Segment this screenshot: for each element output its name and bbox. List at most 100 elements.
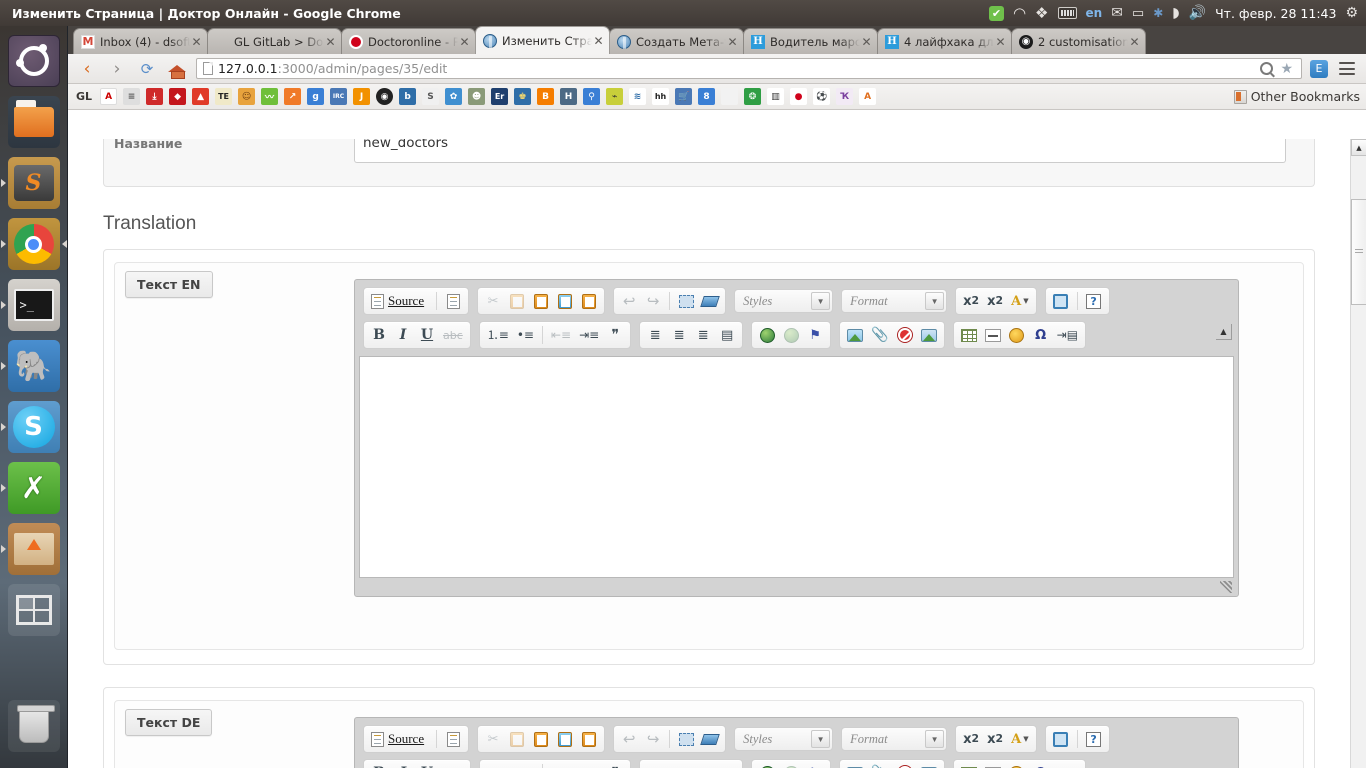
bookmark-code-icon[interactable]: ⌁ [606, 88, 624, 105]
bookmark-barcode-icon[interactable]: ▥ [767, 88, 785, 105]
bold-button[interactable]: B [368, 324, 390, 346]
keyboard-layout-label[interactable]: en [1086, 7, 1103, 19]
redo-button[interactable]: ↪ [642, 290, 664, 312]
redo-button[interactable]: ↪ [642, 728, 664, 750]
tab-close-icon[interactable]: ✕ [458, 35, 471, 48]
session-gear-icon[interactable]: ⚙ [1345, 6, 1358, 20]
image-button[interactable] [844, 762, 866, 768]
preview-button[interactable] [442, 728, 464, 750]
format-dropdown[interactable]: Format ▼ [841, 289, 948, 313]
link-button[interactable] [756, 324, 778, 346]
bookmark-star-icon[interactable]: ★ [1280, 62, 1293, 76]
indent-button[interactable]: ⇥≡ [576, 762, 602, 768]
paste-button[interactable] [530, 290, 552, 312]
blockquote-button[interactable]: ❞ [604, 762, 626, 768]
other-bookmarks-folder[interactable]: Other Bookmarks [1224, 89, 1360, 104]
tab-close-icon[interactable]: ✕ [190, 35, 203, 48]
browser-tab-2[interactable]: Doctoronline - Pivo ✕ [341, 28, 476, 54]
flash-button[interactable] [894, 762, 916, 768]
tab-close-icon[interactable]: ✕ [1128, 35, 1141, 48]
bookmark-trend-icon[interactable]: ↗ [284, 88, 302, 105]
mail-icon[interactable]: ✉ [1111, 6, 1123, 20]
subscript-button[interactable]: x2 [960, 728, 982, 750]
styles-dropdown[interactable]: Styles ▼ [734, 289, 834, 313]
chrome-menu-button[interactable] [1336, 58, 1358, 80]
smiley-button[interactable] [1006, 324, 1028, 346]
preview-button[interactable] [442, 290, 464, 312]
anchor-button[interactable]: ⚑ [804, 762, 826, 768]
copy-button[interactable] [506, 290, 528, 312]
justify-button[interactable]: ▤ [716, 762, 738, 768]
bookmark-blogger-icon[interactable]: B [537, 88, 555, 105]
bookmark-apple-icon[interactable] [721, 88, 739, 105]
ubuntu-one-icon[interactable]: ◠ [1013, 5, 1026, 21]
reload-button[interactable]: ⟳ [136, 58, 158, 80]
bookmark-avatar-icon[interactable]: ☻ [468, 88, 486, 105]
bookmark-ruby2-icon[interactable]: ▲ [192, 88, 210, 105]
numbered-list-button[interactable]: ⒈≡ [484, 762, 512, 768]
clock[interactable]: Чт. февр. 28 11:43 [1215, 6, 1336, 21]
bookmark-wave-icon[interactable]: ≋ [629, 88, 647, 105]
text-color-button[interactable]: A ▼ [1008, 290, 1031, 312]
undo-button[interactable]: ↩ [618, 290, 640, 312]
italic-button[interactable]: I [392, 762, 414, 768]
remove-format-button[interactable] [699, 290, 721, 312]
align-right-button[interactable]: ≣ [692, 762, 714, 768]
launcher-item-trash[interactable] [7, 700, 60, 752]
bluetooth-icon[interactable]: ✱ [1153, 7, 1163, 19]
paste-text-button[interactable] [554, 290, 576, 312]
forward-button[interactable]: › [106, 58, 128, 80]
browser-tab-7[interactable]: ◉ 2 customisation op ✕ [1011, 28, 1146, 54]
sync-check-icon[interactable]: ✔ [988, 5, 1004, 21]
maximize-button[interactable] [1050, 728, 1072, 750]
smiley-button[interactable] [1006, 762, 1028, 768]
extension-icon[interactable]: E [1310, 59, 1328, 78]
dropbox-icon[interactable]: ❖ [1035, 5, 1048, 21]
flash-button[interactable] [894, 324, 916, 346]
keyboard-layout-icon[interactable] [1057, 7, 1077, 19]
tab-close-icon[interactable]: ✕ [994, 35, 1007, 48]
launcher-item-sublime-text[interactable]: S [0, 157, 60, 209]
browser-tab-5[interactable]: H Водитель марсохо ✕ [743, 28, 878, 54]
blockquote-button[interactable]: ❞ [604, 324, 626, 346]
bookmark-emoji-icon[interactable]: ☺ [238, 88, 256, 105]
page-break-button[interactable]: ⇥▤ [1054, 762, 1081, 768]
strikethrough-button[interactable]: abc [440, 324, 466, 346]
align-center-button[interactable]: ≣ [668, 762, 690, 768]
bookmark-google-icon[interactable]: 8 [698, 88, 716, 105]
align-left-button[interactable]: ≣ [644, 324, 666, 346]
superscript-button[interactable]: x2 [984, 290, 1006, 312]
indent-button[interactable]: ⇥≡ [576, 324, 602, 346]
paste-text-button[interactable] [554, 728, 576, 750]
bookmark-download-icon[interactable]: ⤓ [146, 88, 164, 105]
bulleted-list-button[interactable]: •≡ [514, 762, 537, 768]
address-bar[interactable]: 127.0.0.1:3000/admin/pages/35/edit ★ [196, 58, 1302, 79]
launcher-item-skype[interactable]: S [0, 401, 60, 453]
bookmark-record-icon[interactable]: ● [790, 88, 808, 105]
bookmark-pin-icon[interactable]: ⚲ [583, 88, 601, 105]
numbered-list-button[interactable]: ⒈≡ [484, 324, 512, 346]
about-button[interactable]: ? [1083, 728, 1105, 750]
bookmark-item-gl[interactable]: GL [76, 90, 92, 103]
iframe-button[interactable] [918, 762, 940, 768]
launcher-item-postgresql[interactable]: 🐘 [0, 340, 60, 392]
bookmark-j-icon[interactable]: J [353, 88, 371, 105]
cut-button[interactable]: ✂ [482, 728, 504, 750]
bookmark-habr-icon[interactable]: H [560, 88, 578, 105]
iframe-button[interactable] [918, 324, 940, 346]
back-button[interactable]: ‹ [76, 58, 98, 80]
copy-button[interactable] [506, 728, 528, 750]
unlink-button[interactable] [780, 324, 802, 346]
editor-resize-handle[interactable] [1220, 581, 1232, 593]
attachment-button[interactable]: 📎 [868, 324, 891, 346]
browser-tab-6[interactable]: H 4 лайфхака для ин ✕ [877, 28, 1012, 54]
battery-icon[interactable]: ▭ [1132, 7, 1144, 20]
about-button[interactable]: ? [1083, 290, 1105, 312]
select-all-button[interactable] [675, 290, 697, 312]
tab-close-icon[interactable]: ✕ [860, 35, 873, 48]
bookmark-irc-icon[interactable]: IRC [330, 88, 348, 105]
toolbar-collapse-button[interactable]: ▲ [1216, 324, 1232, 340]
bookmark-chart-icon[interactable]: 〰 [261, 88, 279, 105]
attachment-button[interactable]: 📎 [868, 762, 891, 768]
bookmark-github-icon[interactable]: ◉ [376, 88, 394, 105]
